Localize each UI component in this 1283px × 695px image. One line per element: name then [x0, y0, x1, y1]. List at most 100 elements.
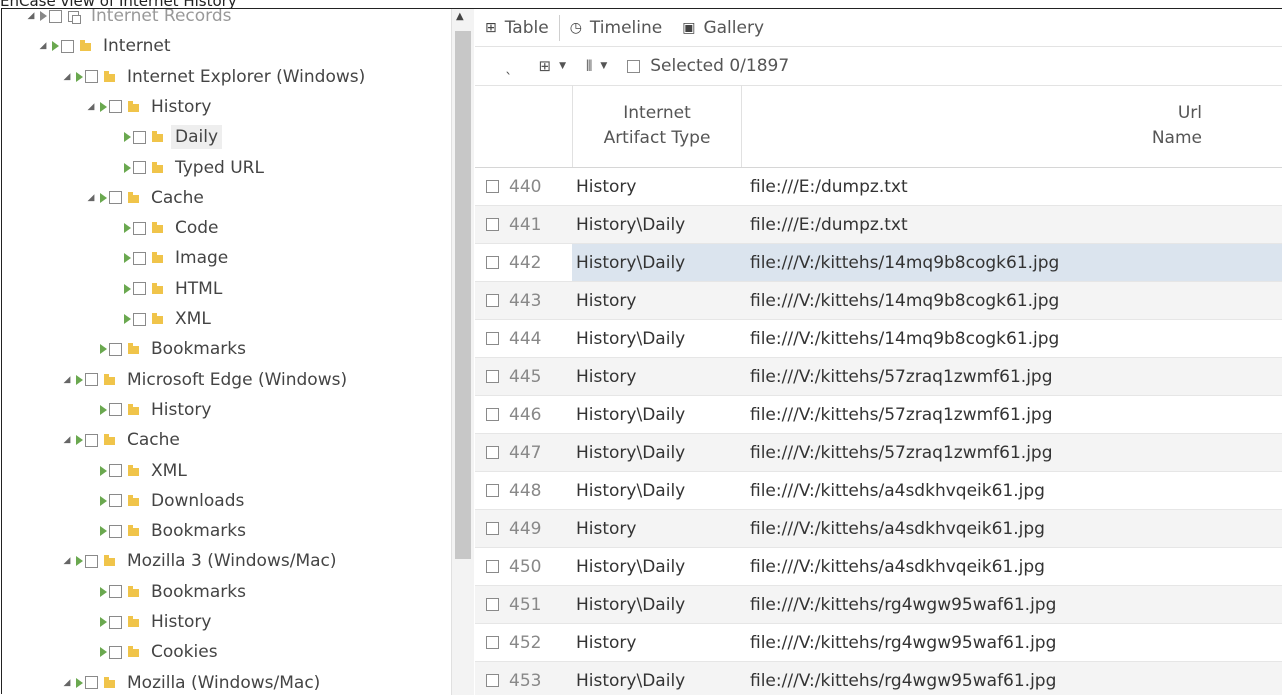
tree-item[interactable]: ◢ Internet Records [26, 9, 232, 31]
expand-toggle-icon[interactable]: ◢ [38, 41, 48, 51]
tree-item-checkbox[interactable] [109, 342, 122, 356]
tree-item[interactable]: ◢ Cache [62, 425, 180, 455]
expand-toggle-icon[interactable]: ◢ [62, 556, 72, 566]
tree-item[interactable]: ◢ Microsoft Edge (Windows) [62, 365, 348, 395]
tree-item-checkbox[interactable] [133, 312, 146, 326]
row-checkbox[interactable] [485, 484, 499, 497]
set-included-icon[interactable] [76, 71, 83, 82]
table-row[interactable]: 448 History\Daily file:///V:/kittehs/a4sdk… [475, 472, 1282, 510]
row-checkbox[interactable] [485, 636, 499, 649]
set-included-icon[interactable] [76, 374, 83, 385]
tree-scrollbar[interactable]: ▲ [451, 9, 474, 695]
table-row[interactable]: 450 History\Daily file:///V:/kittehs/a4sdk… [475, 548, 1282, 586]
row-checkbox[interactable] [485, 332, 499, 345]
set-included-icon[interactable] [100, 526, 107, 537]
tree-item[interactable]: ◢ Mozilla (Windows/Mac) [62, 668, 321, 695]
tree-item-checkbox[interactable] [133, 251, 146, 265]
set-included-icon[interactable] [100, 495, 107, 506]
set-included-icon[interactable] [100, 192, 107, 203]
set-included-icon[interactable] [40, 11, 47, 21]
select-all-checkbox[interactable] [627, 59, 641, 73]
tree-item[interactable]: ◢ Cache [86, 183, 204, 213]
back-button[interactable]: ˎ [505, 57, 513, 75]
tree-item[interactable]: ◢ Internet [38, 31, 171, 61]
tree-item-checkbox[interactable] [109, 494, 122, 508]
tree-item-checkbox[interactable] [109, 615, 122, 629]
tree-item-checkbox[interactable] [61, 39, 74, 53]
row-checkbox[interactable] [485, 180, 499, 193]
table-row[interactable]: 449 History file:///V:/kittehs/a4sdkhvqeik… [475, 510, 1282, 548]
row-checkbox[interactable] [485, 598, 499, 611]
set-included-icon[interactable] [124, 283, 131, 294]
table-row[interactable]: 446 History\Daily file:///V:/kittehs/57zra… [475, 396, 1282, 434]
columns-button[interactable]: ⊞ ▼ [539, 57, 567, 75]
table-row[interactable]: 443 History file:///V:/kittehs/14mq9b8cogk… [475, 282, 1282, 320]
expand-toggle-icon[interactable]: ◢ [62, 72, 72, 82]
table-row[interactable]: 440 History file:///E:/dumpz.txt [475, 168, 1282, 206]
tree-item[interactable]: Typed URL [110, 153, 264, 183]
tree-item[interactable]: ◢ Internet Explorer (Windows) [62, 62, 366, 92]
tree-item-checkbox[interactable] [109, 464, 122, 477]
tree-item-checkbox[interactable] [85, 676, 98, 690]
scroll-up-icon[interactable]: ▲ [456, 11, 464, 22]
tree-item[interactable]: XML [110, 304, 211, 334]
tree-item-checkbox[interactable] [109, 100, 122, 114]
tree-item-checkbox[interactable] [85, 373, 98, 387]
table-row[interactable]: 444 History\Daily file:///V:/kittehs/14mq9… [475, 320, 1282, 358]
tree-item[interactable]: XML [86, 456, 187, 486]
tree-item[interactable]: Bookmarks [86, 577, 246, 607]
tree-item-checkbox[interactable] [109, 524, 122, 538]
row-checkbox[interactable] [485, 674, 499, 687]
tree-item-checkbox[interactable] [133, 130, 146, 144]
row-checkbox[interactable] [485, 294, 499, 307]
tree-item-checkbox[interactable] [85, 70, 98, 84]
tree-item[interactable]: Downloads [86, 486, 244, 516]
sort-button[interactable]: ⫴ ▼ [586, 57, 607, 75]
table-row[interactable]: 452 History file:///V:/kittehs/rg4wgw95waf… [475, 624, 1282, 662]
tree-item[interactable]: ◢ Mozilla 3 (Windows/Mac) [62, 546, 337, 576]
header-url-name[interactable]: Url Name [742, 85, 1282, 167]
tree-item[interactable]: Bookmarks [86, 516, 246, 546]
set-included-icon[interactable] [100, 101, 107, 112]
tree-item-checkbox[interactable] [133, 282, 146, 296]
expand-toggle-icon[interactable]: ◢ [62, 678, 72, 688]
set-included-icon[interactable] [100, 465, 107, 476]
tree-item[interactable]: Bookmarks [86, 334, 246, 364]
row-checkbox[interactable] [485, 256, 499, 269]
set-included-icon[interactable] [100, 647, 107, 658]
set-included-icon[interactable] [124, 162, 131, 173]
tab-table[interactable]: ⊞ Table [475, 9, 559, 46]
tree-item[interactable]: Cookies [86, 637, 218, 667]
scrollbar-thumb[interactable] [455, 31, 471, 559]
tree-item-checkbox[interactable] [85, 554, 98, 568]
table-row[interactable]: 442 History\Daily file:///V:/kittehs/14mq9… [475, 244, 1282, 282]
set-included-icon[interactable] [124, 223, 131, 234]
select-all-control[interactable]: Selected 0/1897 [627, 56, 789, 76]
tree-item[interactable]: Image [110, 243, 228, 273]
set-included-icon[interactable] [100, 617, 107, 627]
table-row[interactable]: 445 History file:///V:/kittehs/57zraq1zwmf… [475, 358, 1282, 396]
table-row[interactable]: 453 History\Daily file:///V:/kittehs/rg4wg… [475, 662, 1282, 695]
row-checkbox[interactable] [485, 560, 499, 573]
row-checkbox[interactable] [485, 408, 499, 421]
tree-item[interactable]: Code [110, 213, 219, 243]
tree-item-checkbox[interactable] [133, 221, 146, 235]
set-included-icon[interactable] [124, 132, 131, 143]
tree-item-checkbox[interactable] [109, 585, 122, 599]
row-checkbox[interactable] [485, 446, 499, 459]
set-included-icon[interactable] [52, 41, 59, 52]
set-included-icon[interactable] [76, 556, 83, 567]
tree-item-checkbox[interactable] [109, 645, 122, 659]
tree-item[interactable]: History [86, 607, 211, 637]
table-row[interactable]: 441 History\Daily file:///E:/dumpz.txt [475, 206, 1282, 244]
set-included-icon[interactable] [100, 344, 107, 355]
tab-timeline[interactable]: ◷ Timeline [560, 9, 673, 46]
table-row[interactable]: 447 History\Daily file:///V:/kittehs/57zra… [475, 434, 1282, 472]
tree-item-checkbox[interactable] [109, 191, 122, 205]
set-included-icon[interactable] [76, 677, 83, 688]
set-included-icon[interactable] [100, 586, 107, 597]
expand-toggle-icon[interactable]: ◢ [62, 375, 72, 385]
tree-item-checkbox[interactable] [85, 433, 98, 447]
tab-gallery[interactable]: ▣ Gallery [672, 9, 774, 46]
tree-item[interactable]: History [86, 395, 211, 425]
